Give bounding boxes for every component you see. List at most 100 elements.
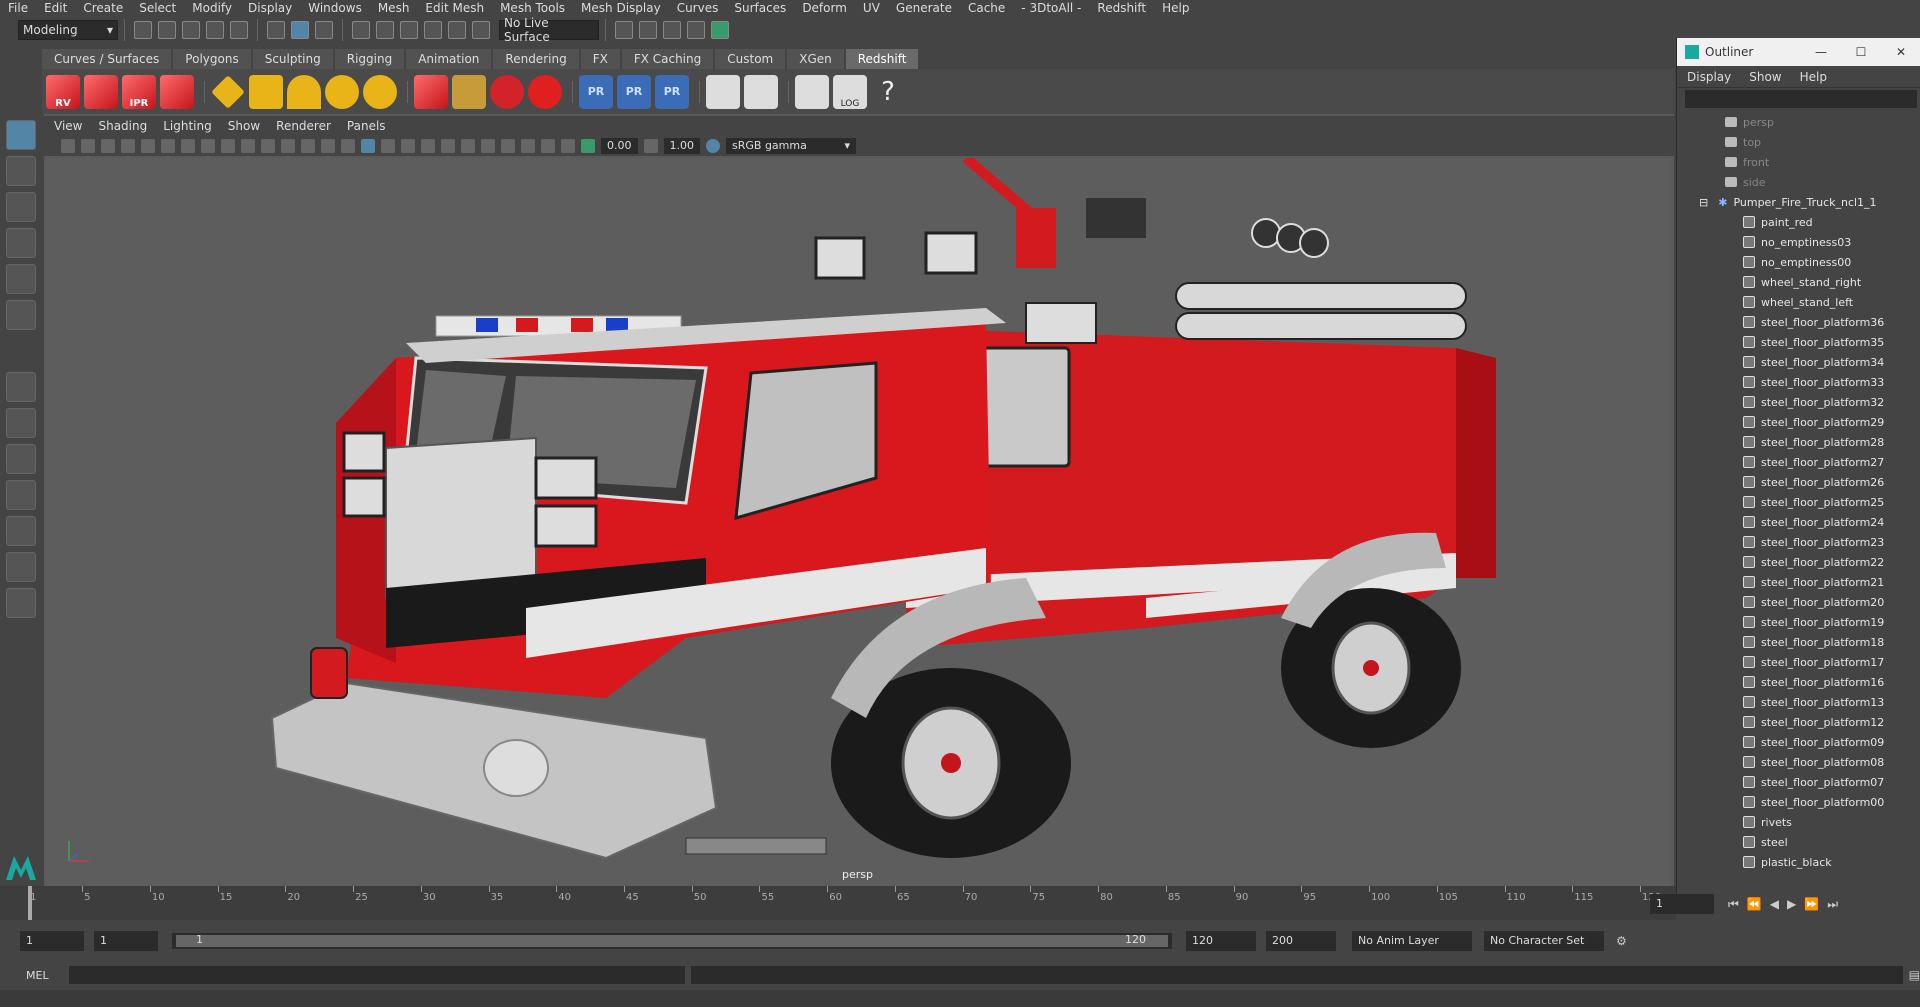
outliner-item[interactable]: wheel_stand_left	[1677, 292, 1920, 312]
layout-more-icon[interactable]	[6, 552, 36, 582]
shadows-icon[interactable]	[401, 139, 415, 153]
side-by-side-icon[interactable]	[6, 444, 36, 474]
rs-ipr-button[interactable]: IPR	[122, 74, 156, 109]
safe-title-icon[interactable]	[261, 139, 275, 153]
textured-icon[interactable]	[361, 139, 375, 153]
render-frame-icon[interactable]	[639, 21, 657, 39]
outliner-item[interactable]: paint_red	[1677, 212, 1920, 232]
menu-item[interactable]: UV	[863, 1, 880, 15]
safe-action-icon[interactable]	[241, 139, 255, 153]
menu-item[interactable]: Edit Mesh	[425, 1, 484, 15]
outliner-menu-item[interactable]: Show	[1749, 70, 1781, 84]
script-editor-icon[interactable]: ▤	[1909, 968, 1920, 982]
shelf-tab[interactable]: Sculpting	[252, 49, 333, 69]
menu-item[interactable]: Windows	[308, 1, 362, 15]
go-to-start-icon[interactable]: ⏮	[1728, 897, 1739, 912]
outliner-item[interactable]: steel_floor_platform08	[1677, 752, 1920, 772]
grid-icon[interactable]	[141, 139, 155, 153]
view-transform-dropdown[interactable]: sRGB gamma ▾	[726, 138, 856, 154]
ambient-occlusion-icon[interactable]	[421, 139, 435, 153]
select-hierarchy-icon[interactable]	[267, 21, 285, 39]
outliner-item[interactable]: top	[1677, 132, 1920, 152]
shelf-tab[interactable]: FX Caching	[621, 49, 714, 69]
default-material-icon[interactable]	[321, 139, 335, 153]
menu-item[interactable]: Display	[248, 1, 292, 15]
outliner-item[interactable]: steel_floor_platform00	[1677, 792, 1920, 812]
maximize-icon[interactable]: ☐	[1841, 45, 1881, 59]
outliner-item[interactable]: steel_floor_platform26	[1677, 472, 1920, 492]
time-slider[interactable]: 1 5 10 15 20 25 30 35 40 45 50 55 60 65 70 75 80 85 90 95 10…	[0, 886, 1676, 920]
menu-item[interactable]: - 3DtoAll -	[1021, 1, 1081, 15]
outliner-item[interactable]: steel_floor_platform07	[1677, 772, 1920, 792]
current-frame-field[interactable]: 1	[1650, 894, 1714, 914]
snap-grid-icon[interactable]	[352, 21, 370, 39]
camera-lock-icon[interactable]	[81, 139, 95, 153]
outliner-item[interactable]: no_emptiness00	[1677, 252, 1920, 272]
outliner-item[interactable]: steel_floor_platform32	[1677, 392, 1920, 412]
move-tool-icon[interactable]	[6, 228, 36, 258]
viewport-menu-item[interactable]: Lighting	[163, 119, 212, 133]
outliner-item[interactable]: steel_floor_platform17	[1677, 652, 1920, 672]
preferences-icon[interactable]: ⚙	[1616, 934, 1627, 948]
perspective-viewport[interactable]	[46, 154, 1670, 886]
gamma-icon[interactable]	[643, 139, 658, 153]
snap-surface-icon[interactable]	[448, 21, 466, 39]
render-settings-icon[interactable]	[687, 21, 705, 39]
wireframe-on-shaded-icon[interactable]	[341, 139, 355, 153]
magnet-icon[interactable]	[472, 21, 490, 39]
command-language-label[interactable]: MEL	[26, 969, 49, 982]
range-slider[interactable]: 1 120	[172, 933, 1172, 949]
viewport-menu-item[interactable]: Renderer	[276, 119, 331, 133]
play-forward-icon[interactable]: ▶	[1787, 897, 1796, 911]
camera-select-icon[interactable]	[61, 139, 75, 153]
mode-dropdown[interactable]: Modeling ▾	[18, 20, 118, 40]
outliner-menu-item[interactable]: Help	[1800, 70, 1827, 84]
viewport-menu-item[interactable]: Shading	[98, 119, 147, 133]
menu-item[interactable]: Create	[83, 1, 123, 15]
menu-item[interactable]: Mesh	[378, 1, 410, 15]
step-back-key-icon[interactable]: ⏪	[1747, 897, 1762, 911]
smooth-shade-icon[interactable]	[301, 139, 315, 153]
lasso-tool-icon[interactable]	[6, 156, 36, 186]
rs-light-portal-button[interactable]	[249, 74, 283, 109]
shelf-tab[interactable]: Redshift	[845, 49, 919, 69]
rs-light-area-button[interactable]	[211, 74, 245, 109]
new-scene-icon[interactable]	[134, 21, 152, 39]
menu-item[interactable]: Mesh Tools	[500, 1, 565, 15]
outliner-item[interactable]: steel_floor_platform09	[1677, 732, 1920, 752]
outliner-item[interactable]: steel_floor_platform18	[1677, 632, 1920, 652]
film-gate-icon[interactable]	[161, 139, 175, 153]
rs-sphere-button[interactable]	[528, 74, 562, 109]
menu-item[interactable]: Select	[139, 1, 176, 15]
go-to-end-icon[interactable]: ⏭	[1827, 897, 1838, 912]
outliner-item[interactable]: steel_floor_platform23	[1677, 532, 1920, 552]
viewport-menu-item[interactable]: Panels	[347, 119, 386, 133]
image-plane-icon[interactable]	[121, 139, 135, 153]
menu-item[interactable]: Redshift	[1097, 1, 1146, 15]
outliner-item[interactable]: steel_floor_platform29	[1677, 412, 1920, 432]
shelf-tab[interactable]: Rendering	[493, 49, 579, 69]
rs-material-button[interactable]	[706, 74, 740, 109]
redo-icon[interactable]	[230, 21, 248, 39]
use-lights-icon[interactable]	[381, 139, 395, 153]
persp-outliner-icon[interactable]	[6, 516, 36, 546]
character-set-dropdown[interactable]: No Character Set	[1484, 931, 1604, 951]
shelf-tab[interactable]: Curves / Surfaces	[42, 49, 172, 69]
shelf-tab[interactable]: Custom	[715, 49, 786, 69]
outliner-item[interactable]: steel_floor_platform16	[1677, 672, 1920, 692]
motion-blur-icon[interactable]	[441, 139, 455, 153]
paint-select-icon[interactable]	[6, 192, 36, 222]
outliner-item[interactable]: wheel_stand_right	[1677, 272, 1920, 292]
rs-volume-button[interactable]	[490, 74, 524, 109]
outliner-item[interactable]: steel_floor_platform27	[1677, 452, 1920, 472]
anim-layer-dropdown[interactable]: No Anim Layer	[1352, 931, 1472, 951]
resolution-gate-icon[interactable]	[181, 139, 195, 153]
xray-joints-icon[interactable]	[561, 139, 575, 153]
rs-log-button[interactable]: LOG	[833, 74, 867, 109]
menu-item[interactable]: Mesh Display	[581, 1, 661, 15]
render-view-icon[interactable]	[615, 21, 633, 39]
rs-material-blend-button[interactable]	[744, 74, 778, 109]
shelf-tab[interactable]: FX	[580, 49, 620, 69]
outliner-item[interactable]: persp	[1677, 112, 1920, 132]
outliner-item[interactable]: no_emptiness03	[1677, 232, 1920, 252]
